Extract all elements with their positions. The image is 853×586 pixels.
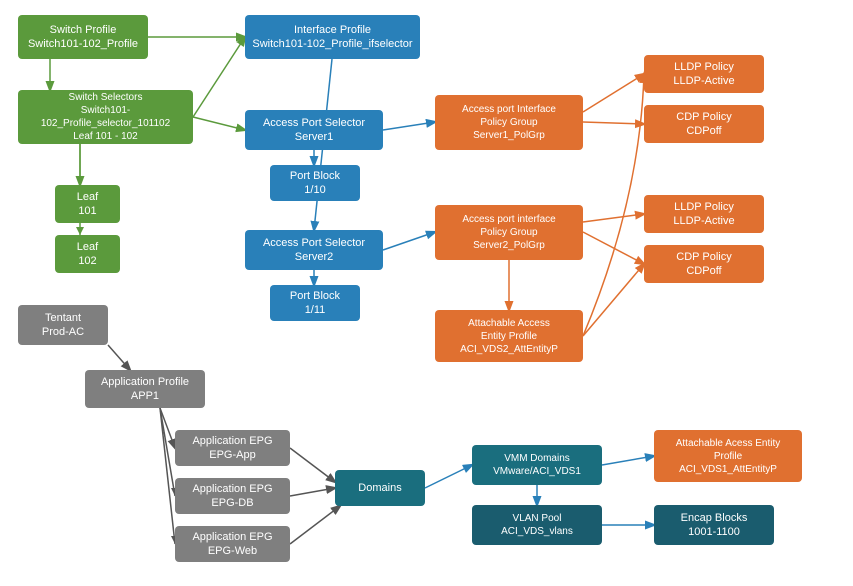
vmm-domains-node: VMM Domains VMware/ACI_VDS1 [472,445,602,485]
vlan-pool-node: VLAN Pool ACI_VDS_vlans [472,505,602,545]
epg-web-node: Application EPG EPG-Web [175,526,290,562]
cdp-policy-2-node: CDP Policy CDPoff [644,245,764,283]
access-port-sel-server1-node: Access Port Selector Server1 [245,110,383,150]
attachable-aes-profile-node: Attachable Acess Entity Profile ACI_VDS1… [654,430,802,482]
access-port-ipg-server2-node: Access port interface Policy Group Serve… [435,205,583,260]
leaf-102-node: Leaf 102 [55,235,120,273]
lldp-policy-1-node: LLDP Policy LLDP-Active [644,55,764,93]
encap-blocks-node: Encap Blocks 1001-1100 [654,505,774,545]
app-profile-node: Application Profile APP1 [85,370,205,408]
port-block-111-node: Port Block 1/11 [270,285,360,321]
lldp-policy-2-node: LLDP Policy LLDP-Active [644,195,764,233]
port-block-110-node: Port Block 1/10 [270,165,360,201]
switch-profile-node: Switch Profile Switch101-102_Profile [18,15,148,59]
cdp-policy-1-node: CDP Policy CDPoff [644,105,764,143]
leaf-101-node: Leaf 101 [55,185,120,223]
domains-node: Domains [335,470,425,506]
attachable-ae-profile-node: Attachable Access Entity Profile ACI_VDS… [435,310,583,362]
epg-db-node: Application EPG EPG-DB [175,478,290,514]
tenant-node: Tentant Prod-AC [18,305,108,345]
epg-app-node: Application EPG EPG-App [175,430,290,466]
access-port-ipg-server1-node: Access port Interface Policy Group Serve… [435,95,583,150]
diagram: Switch Profile Switch101-102_Profile Int… [0,0,853,586]
switch-selectors-node: Switch Selectors Switch101-102_Profile_s… [18,90,193,144]
access-port-sel-server2-node: Access Port Selector Server2 [245,230,383,270]
interface-profile-node: Interface Profile Switch101-102_Profile_… [245,15,420,59]
